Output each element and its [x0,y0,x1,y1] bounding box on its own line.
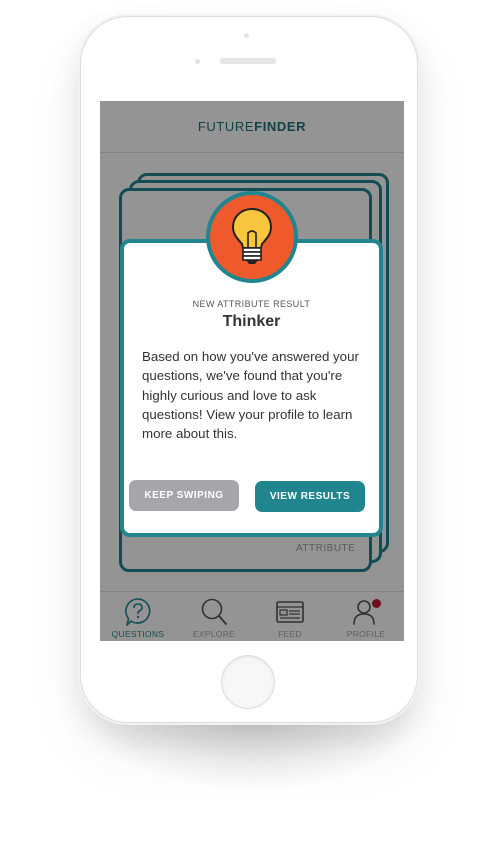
modal-body-text: Based on how you've answered your questi… [142,349,359,442]
proximity-sensor [195,59,200,64]
home-button[interactable] [221,655,275,709]
keep-swiping-button[interactable]: KEEP SWIPING [129,480,239,511]
modal-subtitle: NEW ATTRIBUTE RESULT [192,299,311,309]
view-results-button[interactable]: VIEW RESULTS [255,481,365,512]
attribute-icon-badge [206,191,298,283]
lightbulb-icon [231,207,273,264]
earpiece-speaker [220,58,276,64]
front-camera [244,33,249,38]
modal-title: Thinker [222,313,281,330]
attribute-result-modal: NEW ATTRIBUTE RESULT Thinker Based on ho… [120,239,383,537]
app-screen: FUTURE FINDER ATTRIBUTE QUESTIONS EXPLORE [100,101,404,641]
